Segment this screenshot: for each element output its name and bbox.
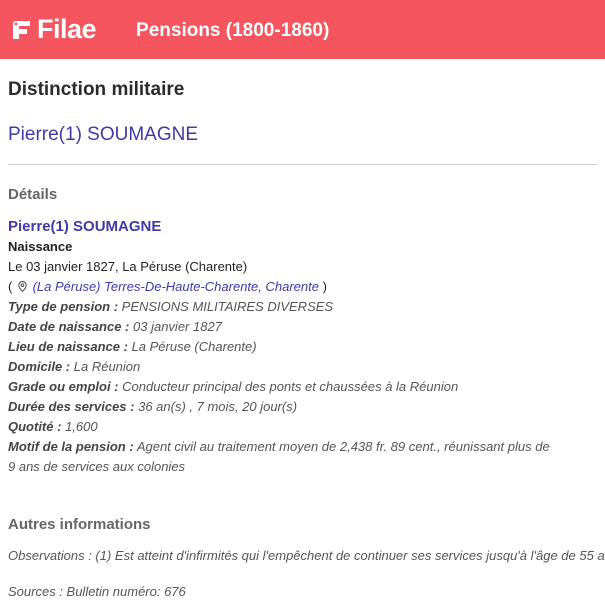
filae-logo[interactable]: Filae [10, 14, 97, 45]
divider [8, 164, 597, 165]
field-domicile: Domicile : La Réunion [8, 357, 597, 377]
top-bar: Filae Pensions (1800-1860) [0, 0, 605, 59]
field-duree-services: Durée des services : 36 an(s) , 7 mois, … [8, 397, 597, 417]
person-title: Pierre(1) SOUMAGNE [8, 124, 199, 145]
record-category: Distinction militaire [8, 79, 185, 100]
field-grade-emploi: Grade ou emploi : Conducteur principal d… [8, 377, 597, 397]
field-quotite: Quotité : 1,600 [8, 417, 597, 437]
birth-text: Le 03 janvier 1827, La Péruse (Charente) [8, 259, 248, 274]
field-type-pension: Type de pension : PENSIONS MILITAIRES DI… [8, 297, 597, 317]
other-info-section-title: Autres informations [8, 516, 151, 533]
details-block: Pierre(1) SOUMAGNE Naissance Le 03 janvi… [8, 217, 597, 477]
page-header-title: Pensions (1800-1860) [136, 19, 330, 41]
field-value: PENSIONS MILITAIRES DIVERSES [121, 299, 334, 314]
field-label: Durée des services : [8, 399, 135, 414]
birth-place-line: ( (La Péruse) Terres-De-Haute-Charente, … [8, 277, 597, 297]
field-label: Quotité : [8, 419, 62, 434]
field-label: Lieu de naissance : [8, 339, 128, 354]
logo-text: Filae [37, 14, 97, 44]
field-value: La Péruse (Charente) [131, 339, 257, 354]
paren-open: ( [8, 279, 13, 294]
field-lieu-naissance: Lieu de naissance : La Péruse (Charente) [8, 337, 597, 357]
birth-place-link[interactable]: (La Péruse) Terres-De-Haute-Charente, Ch… [33, 279, 319, 294]
field-label: Motif de la pension : [8, 439, 134, 454]
paren-close: ) [322, 279, 327, 294]
filae-logo-icon [13, 20, 30, 39]
field-value: Conducteur principal des ponts et chauss… [122, 379, 459, 394]
field-value: La Réunion [73, 359, 141, 374]
map-pin-icon [18, 281, 27, 292]
field-label: Type de pension : [8, 299, 119, 314]
field-label: Grade ou emploi : [8, 379, 119, 394]
observations-text: Observations : (1) Est atteint d'infirmi… [8, 548, 605, 563]
field-motif-pension: Motif de la pension : Agent civil au tra… [8, 437, 553, 477]
details-section-title: Détails [8, 186, 58, 203]
field-date-naissance: Date de naissance : 03 janvier 1827 [8, 317, 597, 337]
field-value: 03 janvier 1827 [133, 319, 222, 334]
sources-text: Sources : Bulletin numéro: 676 [8, 584, 186, 599]
field-value: 1,600 [65, 419, 98, 434]
birth-label: Naissance [8, 239, 73, 254]
field-value: 36 an(s) , 7 mois, 20 jour(s) [138, 399, 298, 414]
field-label: Date de naissance : [8, 319, 130, 334]
record-content: Distinction militaire Pierre(1) SOUMAGNE… [0, 78, 605, 602]
field-label: Domicile : [8, 359, 71, 374]
detail-person-name: Pierre(1) SOUMAGNE [8, 218, 162, 235]
